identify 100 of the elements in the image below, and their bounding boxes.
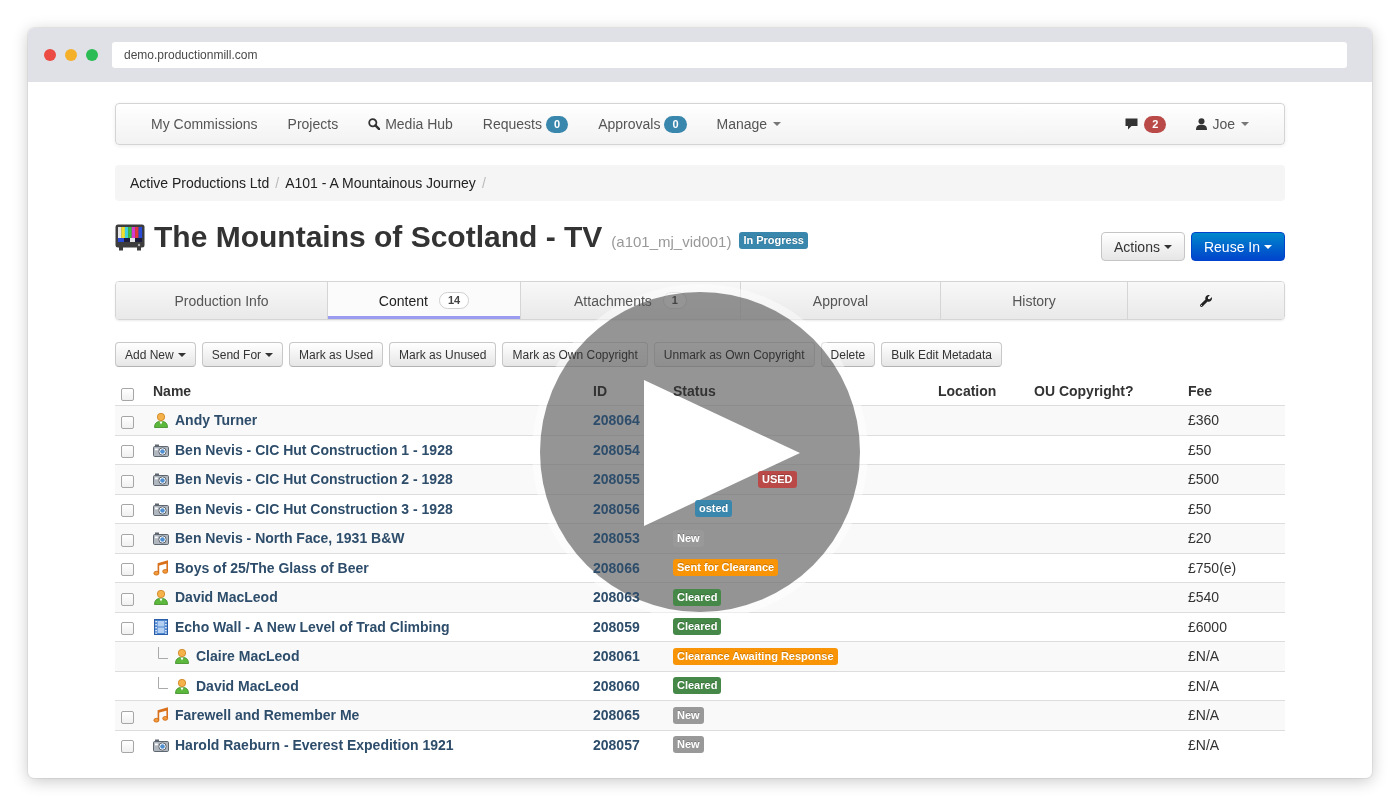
user-menu[interactable]: Joe [1181,116,1264,132]
row-checkbox[interactable] [121,592,134,606]
person-icon [174,648,190,665]
nav-link[interactable]: Media Hub [353,116,468,132]
tab-count-badge: 1 [662,292,687,309]
toolbar-button[interactable]: Unmark as Own Copyright [653,342,815,367]
film-icon [153,618,169,635]
row-checkbox[interactable] [121,474,134,488]
item-name-link[interactable]: Ben Nevis - North Face, 1931 B&W [175,530,405,547]
breadcrumb-divider: / [480,174,487,193]
tab-count-badge: 14 [438,292,470,309]
minimize-dot-icon[interactable] [65,49,77,61]
tab[interactable]: Production Info [116,282,327,319]
item-name-link[interactable]: Echo Wall - A New Level of Trad Climbing [175,618,450,635]
status-badge: Cleared [673,588,722,606]
fee-cell: £N/A [1188,648,1220,665]
fee-cell: £540 [1188,589,1220,606]
item-name-link[interactable]: David MacLeod [175,589,278,606]
person-icon [153,589,169,606]
item-name-link[interactable]: Boys of 25/The Glass of Beer [175,559,369,576]
item-id-link[interactable]: 208063 [593,589,640,606]
item-name-link[interactable]: Farewell and Remember Me [175,707,360,724]
item-id-link[interactable]: 208061 [593,648,640,665]
item-name-link[interactable]: Andy Turner [175,412,258,429]
tab[interactable]: Content 14 [327,282,520,319]
status-badge: In Progress [739,231,808,249]
item-id-link[interactable]: 208060 [593,677,640,694]
row-checkbox[interactable] [121,504,134,518]
item-name-link[interactable]: Claire MacLeod [196,648,300,665]
toolbar-button[interactable]: Mark as Unused [389,342,497,367]
caret-icon [1163,244,1172,249]
nav-link[interactable]: My Commissions [136,116,273,132]
caret-icon [1264,244,1272,249]
toolbar-button[interactable]: Mark as Used [289,342,384,367]
nav-link[interactable]: Approvals 0 [583,115,702,133]
search-icon [368,118,381,130]
tree-line-icon [158,647,168,660]
column-header: Fee [1187,383,1214,399]
caret-icon [1241,122,1249,126]
item-id-link[interactable]: 208065 [593,707,640,724]
row-checkbox[interactable] [121,445,134,459]
column-header: Status [672,383,717,399]
row-checkbox[interactable] [121,710,134,724]
nav-link[interactable]: Requests 0 [467,115,584,133]
fee-cell: £20 [1188,530,1212,547]
status-badge: New [673,736,704,754]
caret-icon [177,352,186,357]
messages-link[interactable]: 2 [1110,115,1182,133]
fee-cell: £50 [1188,441,1212,458]
row-checkbox[interactable] [121,740,134,754]
close-dot-icon[interactable] [44,49,56,61]
item-id-link[interactable]: 208059 [593,618,640,635]
item-id-link[interactable]: 208057 [593,736,640,753]
column-header: OU Copyright? [1033,383,1135,399]
fee-cell: £360 [1188,412,1220,429]
toolbar-button[interactable]: Delete [820,342,876,367]
item-name-link[interactable]: Harold Raeburn - Everest Expedition 1921 [175,736,454,753]
item-name-link[interactable]: David MacLeod [196,677,299,694]
dropdown-button[interactable]: Send For [201,342,284,367]
maximize-dot-icon[interactable] [86,49,98,61]
column-header: Name [152,383,193,399]
speech-bubble-icon [1125,118,1139,130]
music-note-icon [153,707,169,724]
nav-link[interactable]: Projects [272,116,354,132]
item-name-link[interactable]: Ben Nevis - CIC Hut Construction 1 - 1928 [175,441,453,458]
breadcrumb-divider: / [274,174,281,193]
tab[interactable]: Attachments 1 [520,282,740,319]
count-badge: 2 [1144,115,1167,133]
row-checkbox[interactable] [121,415,134,429]
select-all-checkbox[interactable] [121,387,134,401]
fee-cell: £N/A [1188,677,1220,694]
actions-dropdown-button[interactable]: Actions [1101,232,1185,261]
tab[interactable]: Approval [740,282,940,319]
fee-cell: £6000 [1188,618,1227,635]
fee-cell: £N/A [1188,736,1220,753]
tab[interactable]: History [940,282,1127,319]
item-name-link[interactable]: Ben Nevis - CIC Hut Construction 3 - 1928 [175,500,453,517]
address-bar[interactable]: demo.productionmill.com [112,42,1347,68]
count-badge: 0 [546,115,569,133]
page-title: The Mountains of Scotland - TV [154,219,603,255]
toolbar-button[interactable]: Bulk Edit Metadata [881,342,1002,367]
breadcrumb-link[interactable]: Active Productions Ltd [130,173,270,193]
wrench-icon [1200,294,1212,307]
row-checkbox[interactable] [121,563,134,577]
status-badge: New [673,706,704,724]
caret-icon [265,352,274,357]
toolbar-button[interactable]: Mark as Own Copyright [502,342,648,367]
dropdown-button[interactable]: Add New [115,342,196,367]
reuse-dropdown-button[interactable]: Reuse In [1190,232,1285,261]
item-name-link[interactable]: Ben Nevis - CIC Hut Construction 2 - 1928 [175,471,453,488]
record-code: (a101_mj_vid001) [611,233,732,250]
caret-icon [773,122,782,126]
nav-dropdown[interactable]: Manage [701,116,797,132]
status-badge: osted [695,500,733,518]
row-checkbox[interactable] [121,622,134,636]
fee-cell: £750(e) [1188,559,1237,576]
breadcrumb-link[interactable]: A101 - A Mountainous Journey [285,173,476,193]
status-badge: Clearance Awaiting Response [673,647,838,665]
row-checkbox[interactable] [121,533,134,547]
user-icon [1196,118,1208,130]
